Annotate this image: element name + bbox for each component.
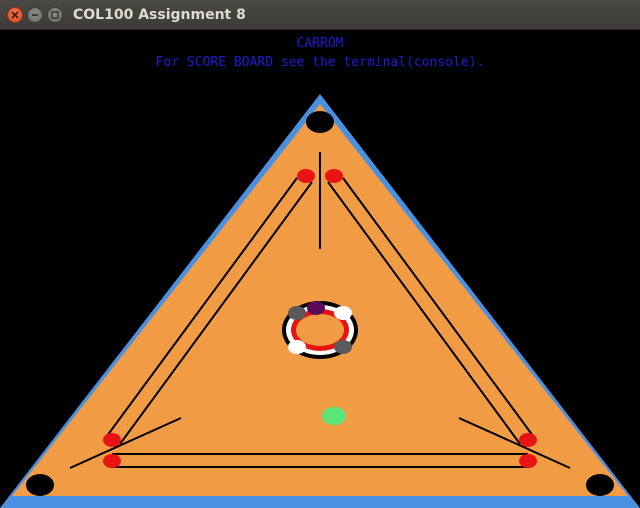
carrom-board-svg[interactable] (0, 0, 640, 508)
base-circle (325, 169, 343, 183)
white-coin[interactable] (288, 340, 306, 354)
base-circle (103, 433, 121, 447)
pocket-top (306, 111, 334, 133)
base-circle (519, 433, 537, 447)
black-coin[interactable] (334, 340, 352, 354)
striker[interactable] (322, 407, 346, 425)
black-coin[interactable] (288, 306, 306, 320)
base-circle (519, 454, 537, 468)
pocket-left (26, 474, 54, 496)
pocket-right (586, 474, 614, 496)
white-coin[interactable] (334, 306, 352, 320)
center-circle-inner (296, 314, 344, 346)
base-circle (103, 454, 121, 468)
base-circle (297, 169, 315, 183)
queen-coin[interactable] (307, 301, 325, 315)
